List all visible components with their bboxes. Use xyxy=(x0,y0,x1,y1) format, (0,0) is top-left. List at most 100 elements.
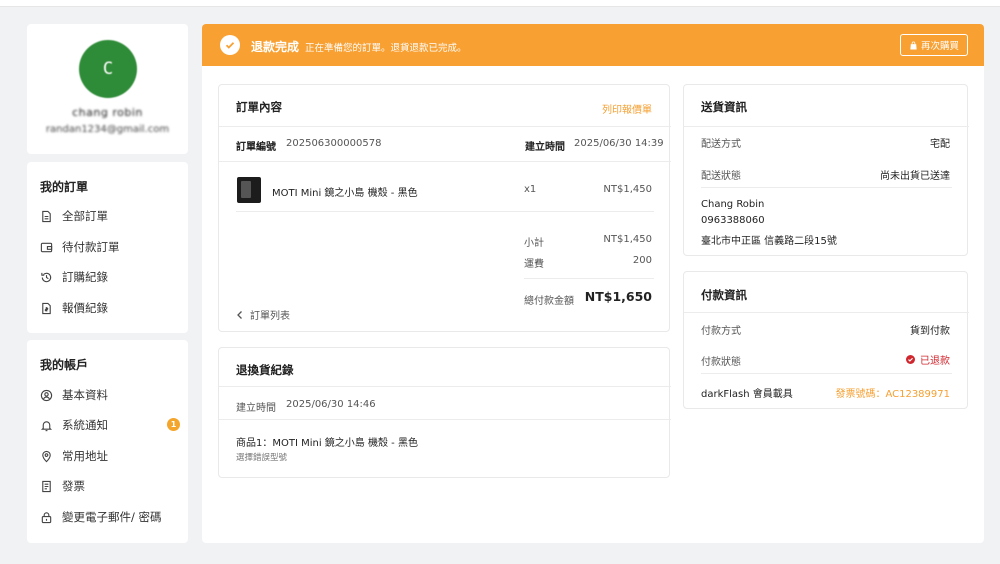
shipping-status-label: 配送狀態 xyxy=(701,171,741,182)
sidebar-item-label: 常用地址 xyxy=(62,449,108,463)
returns-title: 退換貨紀錄 xyxy=(236,363,294,377)
subtotal-value: NT$1,450 xyxy=(603,234,652,245)
divider xyxy=(701,373,952,374)
refund-status-icon xyxy=(906,355,915,364)
profile-card: C chang robin randan1234@gmail.com xyxy=(27,24,188,154)
order-content-card: 訂單內容 列印報價單 訂單編號 202506300000578 建立時間 202… xyxy=(218,84,671,332)
divider xyxy=(219,386,671,387)
rebuy-label: 再次購買 xyxy=(920,41,959,52)
sidebar-item-notifications[interactable]: 系統通知 1 xyxy=(40,415,180,435)
order-created-time: 2025/06/30 14:39 xyxy=(574,138,664,149)
payment-status-value: 已退款 xyxy=(906,352,950,367)
returns-reason: 選擇錯誤型號 xyxy=(236,453,288,463)
divider xyxy=(684,126,969,127)
sidebar-item-invoice[interactable]: 發票 xyxy=(40,476,180,496)
product-price: NT$1,450 xyxy=(603,184,652,195)
invoice-number-link[interactable]: 發票號碼：AC12389971 xyxy=(835,385,950,400)
back-label: 訂單列表 xyxy=(250,311,290,322)
sidebar-item-label: 待付款訂單 xyxy=(62,240,120,254)
orders-menu: 我的訂單 全部訂單 待付款訂單 訂購紀錄 報價紀錄 xyxy=(27,162,188,333)
back-to-orders-link[interactable]: 訂單列表 xyxy=(236,307,290,322)
payment-status-text: 已退款 xyxy=(920,356,950,367)
shopping-bag-icon xyxy=(910,41,917,50)
top-bar xyxy=(0,0,1000,7)
returns-created-time: 2025/06/30 14:46 xyxy=(286,399,376,410)
quote-icon xyxy=(42,302,51,314)
returns-created-label: 建立時間 xyxy=(236,403,276,414)
payment-method-value: 貨到付款 xyxy=(910,326,950,337)
subtotal-label: 小計 xyxy=(524,238,544,249)
sidebar-item-addresses[interactable]: 常用地址 xyxy=(40,446,180,466)
shipping-fee-value: 200 xyxy=(632,255,652,266)
sidebar-item-quote-history[interactable]: 報價紀錄 xyxy=(40,298,180,318)
wallet-icon xyxy=(40,242,53,252)
payment-info-title: 付款資訊 xyxy=(701,288,747,302)
shipping-method-label: 配送方式 xyxy=(701,139,741,150)
sidebar-item-label: 報價紀錄 xyxy=(62,301,108,315)
location-icon xyxy=(42,450,51,462)
shipping-info-card: 送貨資訊 配送方式 宅配 配送狀態 尚未出貨已送達 Chang Robin 09… xyxy=(683,84,969,256)
sidebar-item-profile[interactable]: 基本資料 xyxy=(40,385,180,405)
account-menu: 我的帳戶 基本資料 系統通知 1 常用地址 發票 變更電子郵件/ 密碼 xyxy=(27,340,188,543)
profile-email: randan1234@gmail.com xyxy=(45,124,170,135)
invoice-carrier-label: darkFlash 會員載具 xyxy=(701,389,793,400)
divider xyxy=(701,187,952,188)
sidebar-item-label: 訂購紀錄 xyxy=(62,270,108,284)
returns-record-card: 退換貨紀錄 建立時間 2025/06/30 14:46 商品1：MOTI Min… xyxy=(218,347,671,478)
payment-info-card: 付款資訊 付款方式 貨到付款 付款狀態 已退款 darkFlash 會員載具 發… xyxy=(683,271,969,409)
profile-name: chang robin xyxy=(72,106,143,119)
check-circle-icon xyxy=(220,35,240,55)
total-value: NT$1,650 xyxy=(584,289,652,304)
banner-subtitle: 正在準備您的訂單。退貨退款已完成。 xyxy=(305,43,467,54)
recipient-phone: 0963388060 xyxy=(701,215,765,226)
lock-icon xyxy=(41,511,52,523)
shipping-fee-label: 運費 xyxy=(524,259,544,270)
returns-item: 商品1：MOTI Mini 鏡之小島 機殼 - 黑色 xyxy=(236,438,418,449)
divider xyxy=(219,126,671,127)
sidebar-item-label: 基本資料 xyxy=(62,388,108,402)
account-menu-title: 我的帳戶 xyxy=(40,358,89,372)
order-detail-panel: 退款完成 正在準備您的訂單。退貨退款已完成。 再次購買 訂單內容 列印報價單 訂… xyxy=(202,24,984,543)
shipping-method-value: 宅配 xyxy=(930,139,950,150)
user-icon xyxy=(40,389,53,401)
recipient-name: Chang Robin xyxy=(701,199,765,210)
notification-badge: 1 xyxy=(167,418,180,431)
sidebar-item-all-orders[interactable]: 全部訂單 xyxy=(40,206,180,226)
rebuy-button[interactable]: 再次購買 xyxy=(900,34,968,56)
sidebar-item-change-email-password[interactable]: 變更電子郵件/ 密碼 xyxy=(40,507,180,527)
avatar[interactable]: C xyxy=(79,40,137,98)
orders-menu-title: 我的訂單 xyxy=(40,180,89,194)
sidebar-item-label: 系統通知 xyxy=(62,418,108,432)
chevron-left-icon xyxy=(237,310,242,319)
bell-icon xyxy=(40,420,53,431)
divider xyxy=(236,211,654,212)
sidebar-item-purchase-history[interactable]: 訂購紀錄 xyxy=(40,267,180,287)
print-quote-link[interactable]: 列印報價單 xyxy=(602,101,652,116)
refund-status-banner: 退款完成 正在準備您的訂單。退貨退款已完成。 再次購買 xyxy=(202,24,984,66)
payment-method-label: 付款方式 xyxy=(701,326,741,337)
sidebar-item-label: 全部訂單 xyxy=(62,209,108,223)
product-quantity: x1 xyxy=(524,184,537,195)
order-created-label: 建立時間 xyxy=(525,142,565,153)
divider xyxy=(684,312,969,313)
product-thumbnail[interactable] xyxy=(237,177,261,203)
divider xyxy=(219,161,671,162)
product-name[interactable]: MOTI Mini 鏡之小島 機殼 - 黑色 xyxy=(272,184,418,199)
payment-status-label: 付款狀態 xyxy=(701,357,741,368)
divider xyxy=(219,419,671,420)
sidebar-item-label: 變更電子郵件/ 密碼 xyxy=(62,510,162,524)
total-label: 總付款金額 xyxy=(524,296,574,307)
shipping-status-value: 尚未出貨已送達 xyxy=(880,171,950,182)
order-content-title: 訂單內容 xyxy=(236,100,282,114)
history-icon xyxy=(41,272,52,282)
order-number-label: 訂單編號 xyxy=(236,142,276,153)
divider xyxy=(524,278,654,279)
recipient-address: 臺北市中正區 信義路二段15號 xyxy=(701,236,837,247)
order-number: 202506300000578 xyxy=(286,138,382,149)
shipping-info-title: 送貨資訊 xyxy=(701,100,747,114)
sidebar-item-pending-payment[interactable]: 待付款訂單 xyxy=(40,237,180,257)
document-icon xyxy=(42,210,51,222)
sidebar-item-label: 發票 xyxy=(62,479,85,493)
receipt-icon xyxy=(42,480,51,492)
banner-title: 退款完成 xyxy=(251,40,300,54)
